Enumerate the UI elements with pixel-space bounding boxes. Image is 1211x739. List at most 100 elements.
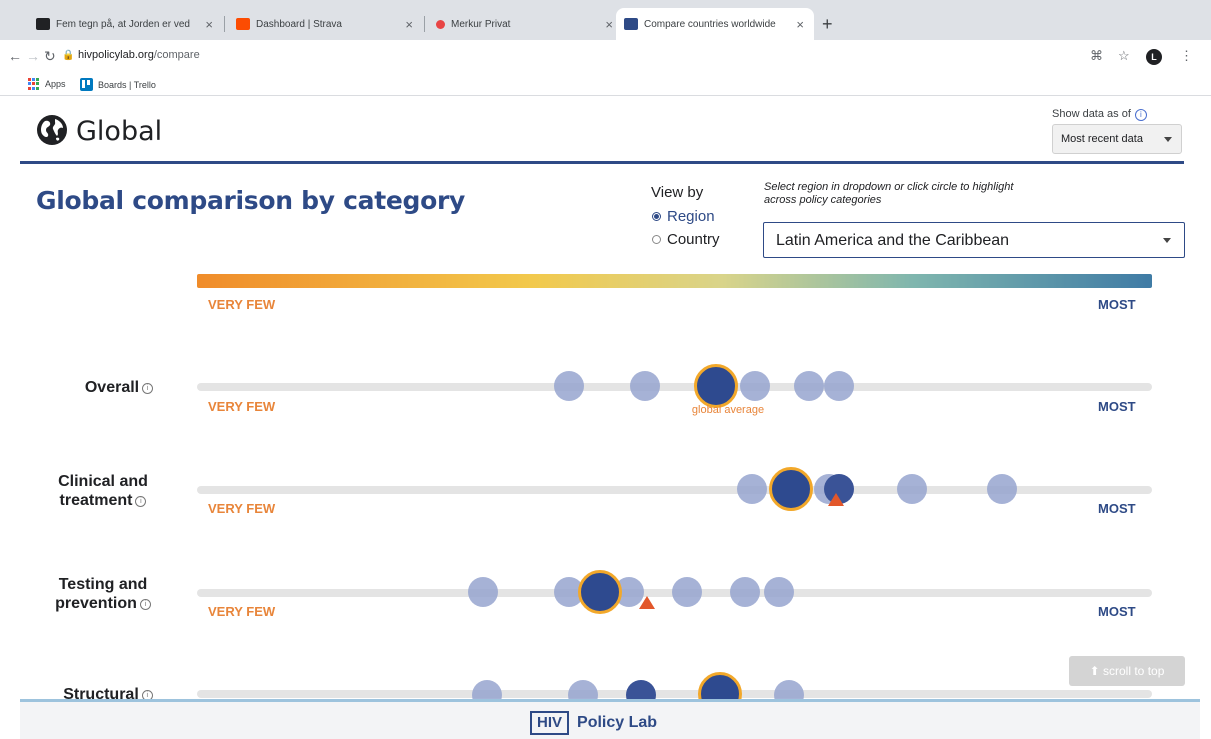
news-favicon-icon <box>36 18 50 30</box>
global-average-marker <box>828 493 844 506</box>
region-select-value: Latin America and the Caribbean <box>776 232 1010 249</box>
trello-icon <box>80 78 93 91</box>
show-data-text: Show data as of <box>1052 108 1131 120</box>
region-circle[interactable] <box>630 371 660 401</box>
region-circle[interactable] <box>794 371 824 401</box>
brand-title: Global <box>76 116 163 147</box>
radio-selected-icon <box>652 212 661 221</box>
merkur-favicon-icon <box>436 19 445 29</box>
bookmark-apps[interactable]: Apps <box>28 78 66 90</box>
globe-icon <box>37 115 67 145</box>
close-icon[interactable]: × <box>405 17 413 32</box>
lock-icon: 🔒 <box>62 50 75 61</box>
category-track-structural <box>197 690 1152 698</box>
region-circle[interactable] <box>730 577 760 607</box>
category-name: Clinical and treatment <box>58 473 148 509</box>
forward-icon[interactable]: → <box>26 48 40 64</box>
apps-grid-icon <box>28 78 40 90</box>
browser-tab[interactable]: Fem tegn på, at Jorden er ved × <box>28 8 223 40</box>
bookmark-trello[interactable]: Boards | Trello <box>80 78 156 91</box>
date-select[interactable]: Most recent data <box>1052 124 1182 154</box>
strava-favicon-icon <box>236 18 250 30</box>
category-label-overall: Overall i <box>64 378 174 397</box>
scale-low-label: VERY FEW <box>208 399 276 414</box>
menu-kebab-icon[interactable]: ⋮ <box>1180 48 1193 64</box>
category-name: Testing and prevention <box>55 576 148 612</box>
browser-tab[interactable]: Merkur Privat × <box>428 8 623 40</box>
tab-title: Dashboard | Strava <box>256 18 342 30</box>
star-icon[interactable]: ☆ <box>1118 48 1130 64</box>
info-icon[interactable]: i <box>135 496 147 507</box>
category-label-clinical: Clinical and treatment i <box>38 472 168 510</box>
radio-label: Country <box>667 231 720 248</box>
category-track-overall <box>197 383 1152 391</box>
region-circle[interactable] <box>740 371 770 401</box>
close-icon[interactable]: × <box>605 17 613 32</box>
region-circle[interactable] <box>737 474 767 504</box>
footer: HIV Policy Lab <box>20 699 1200 739</box>
bookmark-label: Apps <box>45 79 66 89</box>
tab-title: Compare countries worldwide <box>644 18 776 30</box>
reload-icon[interactable]: ↻ <box>44 48 56 65</box>
browser-tab-active[interactable]: Compare countries worldwide × <box>616 8 814 40</box>
tab-title: Merkur Privat <box>451 18 511 30</box>
new-tab-icon[interactable]: + <box>822 14 833 35</box>
bookmarks-bar: Apps Boards | Trello <box>0 72 1211 96</box>
logo-hiv: HIV <box>530 711 570 735</box>
scroll-to-top-label: scroll to top <box>1103 664 1165 678</box>
back-icon[interactable]: ← <box>8 48 22 64</box>
url-path: /compare <box>153 49 200 61</box>
region-select[interactable]: Latin America and the Caribbean <box>763 222 1185 258</box>
view-by-label: View by <box>651 184 704 201</box>
logo-text: Policy Lab <box>577 714 658 731</box>
view-by-region-radio[interactable]: Region <box>652 208 715 225</box>
region-circle[interactable] <box>897 474 927 504</box>
scale-low-label: VERY FEW <box>208 604 276 619</box>
close-icon[interactable]: × <box>796 17 804 32</box>
scale-high-label: MOST <box>1098 399 1136 414</box>
show-data-label: Show data as of i <box>1052 108 1147 121</box>
scale-gradient-bar <box>197 274 1152 288</box>
chevron-down-icon <box>1163 238 1171 243</box>
close-icon[interactable]: × <box>205 17 213 32</box>
region-hint: Select region in dropdown or click circl… <box>764 181 1014 206</box>
hiv-favicon-icon <box>624 18 638 30</box>
category-label-testing: Testing and prevention i <box>38 575 168 613</box>
region-circle[interactable] <box>468 577 498 607</box>
region-circle[interactable] <box>764 577 794 607</box>
tab-separator <box>424 16 425 32</box>
region-circle[interactable] <box>987 474 1017 504</box>
global-average-marker <box>639 596 655 609</box>
region-circle[interactable] <box>672 577 702 607</box>
browser-tab[interactable]: Dashboard | Strava × <box>228 8 423 40</box>
selected-region-circle[interactable] <box>578 570 622 614</box>
selected-region-circle[interactable] <box>769 467 813 511</box>
global-average-label: global average <box>691 404 765 416</box>
selected-region-circle[interactable] <box>694 364 738 408</box>
scale-high-label: MOST <box>1098 501 1136 516</box>
profile-avatar[interactable]: L <box>1146 49 1162 65</box>
url-field[interactable]: hivpolicylab.org/compare <box>78 49 200 61</box>
date-select-value: Most recent data <box>1061 133 1143 145</box>
scroll-to-top-button[interactable]: ⬆ scroll to top <box>1069 656 1185 686</box>
info-icon[interactable]: i <box>1134 109 1147 121</box>
tab-title: Fem tegn på, at Jorden er ved <box>56 18 190 30</box>
browser-tab-bar: Fem tegn på, at Jorden er ved × Dashboar… <box>0 0 1211 40</box>
translate-icon[interactable]: ⌘ <box>1090 48 1103 64</box>
chevron-down-icon <box>1164 137 1172 142</box>
address-bar: ← → ↻ 🔒 hivpolicylab.org/compare ⌘ ☆ L ⋮ <box>0 40 1211 72</box>
scale-low-label: VERY FEW <box>208 501 276 516</box>
info-icon[interactable]: i <box>139 599 151 610</box>
category-name: Overall <box>84 379 140 396</box>
region-circle[interactable] <box>554 371 584 401</box>
footer-logo[interactable]: HIV Policy Lab <box>530 711 657 735</box>
view-by-country-radio[interactable]: Country <box>652 231 720 248</box>
section-title: Global comparison by category <box>36 186 466 215</box>
region-circle[interactable] <box>824 371 854 401</box>
scale-high-label: MOST <box>1098 604 1136 619</box>
info-icon[interactable]: i <box>142 383 154 394</box>
url-host: hivpolicylab.org <box>78 49 154 61</box>
bookmark-label: Boards | Trello <box>98 79 156 90</box>
arrow-up-icon: ⬆ <box>1089 664 1100 678</box>
radio-icon <box>652 235 661 244</box>
